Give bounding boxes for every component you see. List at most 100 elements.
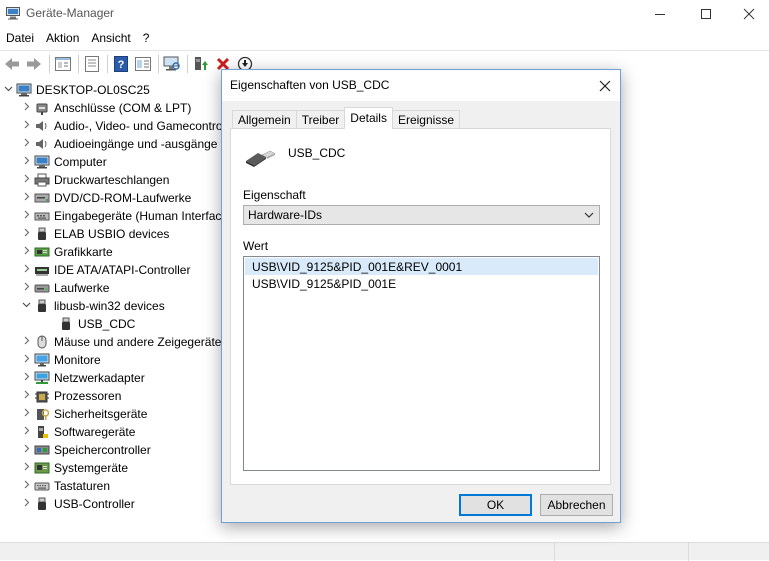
chevron-right-icon[interactable] xyxy=(20,210,32,222)
chevron-right-icon[interactable] xyxy=(20,444,32,456)
tree-item-laufwerke[interactable]: Laufwerke xyxy=(20,279,109,297)
close-icon xyxy=(599,80,611,91)
maximize-button[interactable] xyxy=(683,0,729,28)
tree-root[interactable]: DESKTOP-OL0SC25 xyxy=(2,81,150,99)
tree-item-label: Anschlüsse (COM & LPT) xyxy=(54,101,192,115)
toolbar-separator xyxy=(187,55,188,73)
tree-item-usb-controller[interactable]: USB-Controller xyxy=(20,495,135,513)
tree-item-label: Sicherheitsgeräte xyxy=(54,407,148,421)
forward-button[interactable] xyxy=(24,54,44,74)
tree-item-label: Audioeingänge und -ausgänge xyxy=(54,137,218,151)
minimize-button[interactable] xyxy=(637,0,683,28)
properties-button[interactable] xyxy=(82,54,102,74)
close-button[interactable] xyxy=(729,0,769,28)
chevron-right-icon[interactable] xyxy=(20,102,32,114)
property-select[interactable]: Hardware-IDs xyxy=(243,205,600,225)
chevron-down-icon[interactable] xyxy=(2,84,14,96)
chevron-right-icon[interactable] xyxy=(20,246,32,258)
menu-ansicht[interactable]: Ansicht xyxy=(85,29,136,48)
tree-item-usb-cdc[interactable]: USB_CDC xyxy=(44,315,135,333)
chevron-right-icon[interactable] xyxy=(20,426,32,438)
help-icon: ? xyxy=(114,56,128,72)
tree-item-druckwarteschlangen[interactable]: Druckwarteschlangen xyxy=(20,171,169,189)
usb-device-icon xyxy=(246,150,276,167)
menu-datei[interactable]: Datei xyxy=(0,29,40,48)
tab-treiber[interactable]: Treiber xyxy=(295,110,346,129)
chevron-right-icon[interactable] xyxy=(20,354,32,366)
chevron-right-icon[interactable] xyxy=(20,120,32,132)
menu-help[interactable]: ? xyxy=(137,29,156,48)
tree-item-prozessoren[interactable]: Prozessoren xyxy=(20,387,121,405)
chevron-right-icon[interactable] xyxy=(20,372,32,384)
value-item[interactable]: USB\VID_9125&PID_001E xyxy=(245,275,598,292)
tree-item-grafikkarte[interactable]: Grafikkarte xyxy=(20,243,113,261)
software-device-icon xyxy=(34,425,50,439)
value-label: Wert xyxy=(243,239,269,253)
tree-item-label: Monitore xyxy=(54,353,101,367)
chevron-right-icon[interactable] xyxy=(20,192,32,204)
network-icon xyxy=(34,371,50,385)
back-button[interactable] xyxy=(2,54,22,74)
chevron-right-icon[interactable] xyxy=(20,408,32,420)
scan-hardware-button[interactable] xyxy=(162,54,182,74)
tree-item-anschlüsse-com-lpt[interactable]: Anschlüsse (COM & LPT) xyxy=(20,99,191,117)
tree-item-sicherheitsgeräte[interactable]: Sicherheitsgeräte xyxy=(20,405,147,423)
properties-icon xyxy=(85,56,99,72)
tree-item-label: Eingabegeräte (Human Interface Devices) xyxy=(54,209,222,223)
dialog-title: Eigenschaften von USB_CDC xyxy=(230,78,390,92)
tab-allgemein[interactable]: Allgemein xyxy=(232,110,297,129)
monitor-icon xyxy=(34,353,50,367)
tree-item-audioeingänge-und-ausgänge[interactable]: Audioeingänge und -ausgänge xyxy=(20,135,217,153)
tree-item-label: libusb-win32 devices xyxy=(54,299,165,313)
tree-item-libusb-win32-devices[interactable]: libusb-win32 devices xyxy=(20,297,165,315)
property-select-value: Hardware-IDs xyxy=(248,208,323,222)
tree-item-audio-video-und-gamecontroller[interactable]: Audio-, Video- und Gamecontroller xyxy=(20,117,222,135)
ok-button[interactable]: OK xyxy=(459,494,532,516)
system-device-icon xyxy=(34,461,50,475)
update-driver-button[interactable] xyxy=(191,54,211,74)
chevron-right-icon[interactable] xyxy=(20,336,32,348)
chevron-right-icon[interactable] xyxy=(20,174,32,186)
chevron-right-icon[interactable] xyxy=(20,228,32,240)
tree-item-label: Laufwerke xyxy=(54,281,110,295)
tree-item-eingabegeräte-human-interface-devices[interactable]: Eingabegeräte (Human Interface Devices) xyxy=(20,207,222,225)
tree-item-softwaregeräte[interactable]: Softwaregeräte xyxy=(20,423,135,441)
chevron-right-icon[interactable] xyxy=(20,156,32,168)
mouse-icon xyxy=(34,335,50,349)
tree-item-dvd-cd-rom-laufwerke[interactable]: DVD/CD-ROM-Laufwerke xyxy=(20,189,191,207)
chevron-right-icon[interactable] xyxy=(20,264,32,276)
chevron-right-icon[interactable] xyxy=(20,480,32,492)
tree-item-netzwerkadapter[interactable]: Netzwerkadapter xyxy=(20,369,145,387)
chevron-right-icon[interactable] xyxy=(20,498,32,510)
status-divider xyxy=(688,543,689,561)
tree-item-speichercontroller[interactable]: Speichercontroller xyxy=(20,441,151,459)
view-toggle-button[interactable] xyxy=(133,54,153,74)
chevron-right-icon[interactable] xyxy=(20,390,32,402)
help-button[interactable]: ? xyxy=(111,54,131,74)
chevron-right-icon[interactable] xyxy=(20,138,32,150)
tab-details[interactable]: Details xyxy=(344,107,393,129)
tree-item-computer[interactable]: Computer xyxy=(20,153,107,171)
dialog-close-button[interactable] xyxy=(590,70,620,101)
cancel-button[interactable]: Abbrechen xyxy=(540,494,613,516)
chevron-down-icon[interactable] xyxy=(20,300,32,312)
tree-item-monitore[interactable]: Monitore xyxy=(20,351,101,369)
tab-strip: Allgemein Treiber Details Ereignisse xyxy=(232,107,460,129)
tree-item-mäuse-und-andere-zeigegeräte[interactable]: Mäuse und andere Zeigegeräte xyxy=(20,333,221,351)
tree-item-tastaturen[interactable]: Tastaturen xyxy=(20,477,110,495)
storage-controller-icon xyxy=(34,443,50,457)
toolbar-separator xyxy=(78,55,79,73)
tab-ereignisse[interactable]: Ereignisse xyxy=(391,110,460,129)
chevron-right-icon[interactable] xyxy=(20,462,32,474)
chevron-right-icon[interactable] xyxy=(20,282,32,294)
value-list[interactable]: USB\VID_9125&PID_001E&REV_0001 USB\VID_9… xyxy=(243,256,600,471)
tree-item-label: Grafikkarte xyxy=(54,245,113,259)
tree-item-systemgeräte[interactable]: Systemgeräte xyxy=(20,459,128,477)
tree-item-label: Systemgeräte xyxy=(54,461,129,475)
tree-item-ide-ata-atapi-controller[interactable]: IDE ATA/ATAPI-Controller xyxy=(20,261,190,279)
value-item[interactable]: USB\VID_9125&PID_001E&REV_0001 xyxy=(245,258,598,275)
svg-text:?: ? xyxy=(118,59,125,71)
tree-item-elab-usbio-devices[interactable]: ELAB USBIO devices xyxy=(20,225,169,243)
show-hide-tree-button[interactable] xyxy=(53,54,73,74)
menu-aktion[interactable]: Aktion xyxy=(40,29,85,48)
